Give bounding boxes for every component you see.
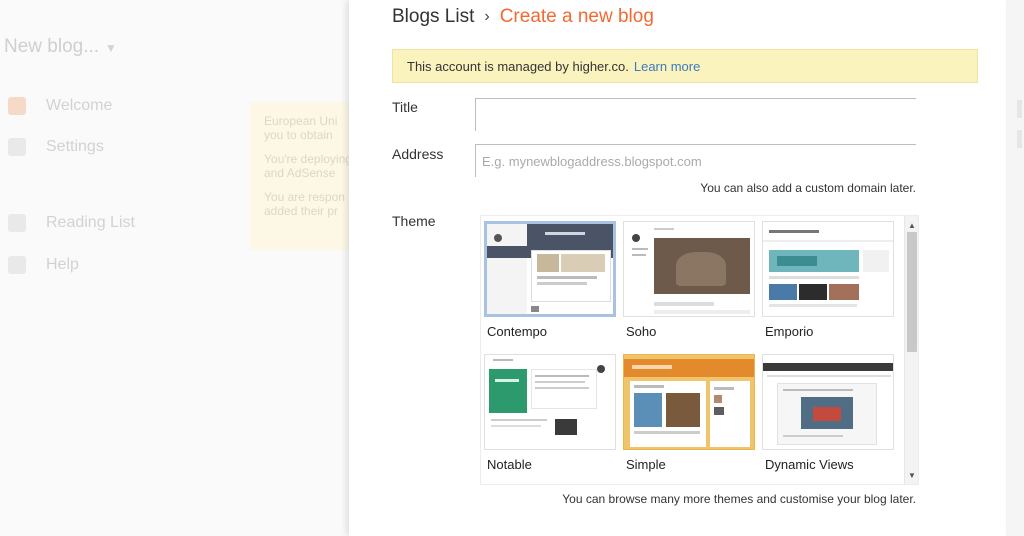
theme-dynamic-views-thumbnail xyxy=(762,354,894,450)
theme-name: Simple xyxy=(626,457,666,472)
theme-scrollbar[interactable]: ▲ ▼ xyxy=(904,216,918,484)
theme-grid: Contempo Soho Emporio Notable Simple Dyn… xyxy=(481,216,905,484)
learn-more-link[interactable]: Learn more xyxy=(634,59,700,74)
theme-soho-thumbnail xyxy=(623,221,755,317)
theme-dynamic-views[interactable]: Dynamic Views xyxy=(762,354,894,474)
breadcrumb-separator: › xyxy=(484,8,490,25)
bg-nav-reading-list: Reading List xyxy=(8,211,135,235)
bg-nav-welcome: Welcome xyxy=(8,94,112,118)
theme-contempo[interactable]: Contempo xyxy=(484,221,616,341)
bg-nav-settings: Settings xyxy=(8,135,104,159)
managed-account-notice: This account is managed by higher.co. Le… xyxy=(392,49,978,83)
theme-simple[interactable]: Simple xyxy=(623,354,755,474)
address-label: Address xyxy=(392,146,444,162)
managed-notice-text: This account is managed by higher.co. xyxy=(407,58,629,74)
title-input[interactable] xyxy=(475,98,916,131)
scroll-up-icon[interactable]: ▲ xyxy=(905,218,918,232)
theme-notable-thumbnail xyxy=(484,354,616,450)
theme-name: Contempo xyxy=(487,324,547,339)
theme-name: Notable xyxy=(487,457,532,472)
theme-label: Theme xyxy=(392,213,436,229)
bg-right-edge xyxy=(1006,0,1024,536)
theme-name: Soho xyxy=(626,324,657,339)
theme-emporio[interactable]: Emporio xyxy=(762,221,894,341)
create-blog-dialog: Blogs List › Create a new blog This acco… xyxy=(349,0,1006,536)
scroll-down-icon[interactable]: ▼ xyxy=(905,468,918,482)
theme-emporio-thumbnail xyxy=(762,221,894,317)
scrollbar-thumb[interactable] xyxy=(907,232,917,352)
breadcrumb: Blogs List › Create a new blog xyxy=(392,6,654,28)
theme-soho[interactable]: Soho xyxy=(623,221,755,341)
theme-name: Dynamic Views xyxy=(765,457,854,472)
bg-blog-selector: New blog... ▼ xyxy=(4,36,117,58)
address-input[interactable] xyxy=(475,144,916,177)
reading-list-icon xyxy=(8,214,26,232)
theme-notable[interactable]: Notable xyxy=(484,354,616,474)
gear-icon xyxy=(8,138,26,156)
help-icon xyxy=(8,256,26,274)
bg-nav-help: Help xyxy=(8,253,79,277)
theme-simple-thumbnail xyxy=(623,354,755,450)
theme-contempo-thumbnail xyxy=(484,221,616,317)
breadcrumb-blogs-list[interactable]: Blogs List xyxy=(392,6,474,28)
address-hint: You can also add a custom domain later. xyxy=(700,181,916,195)
bg-blog-title-text: New blog... xyxy=(4,36,100,57)
bg-eu-notice: European Uni you to obtain You're deployi… xyxy=(250,102,350,250)
theme-picker: Contempo Soho Emporio Notable Simple Dyn… xyxy=(480,215,919,485)
theme-name: Emporio xyxy=(765,324,814,339)
theme-hint: You can browse many more themes and cust… xyxy=(562,492,916,506)
title-label: Title xyxy=(392,99,418,115)
page-title: Create a new blog xyxy=(499,6,654,27)
chevron-down-icon: ▼ xyxy=(105,41,117,55)
blogger-icon xyxy=(8,97,26,115)
